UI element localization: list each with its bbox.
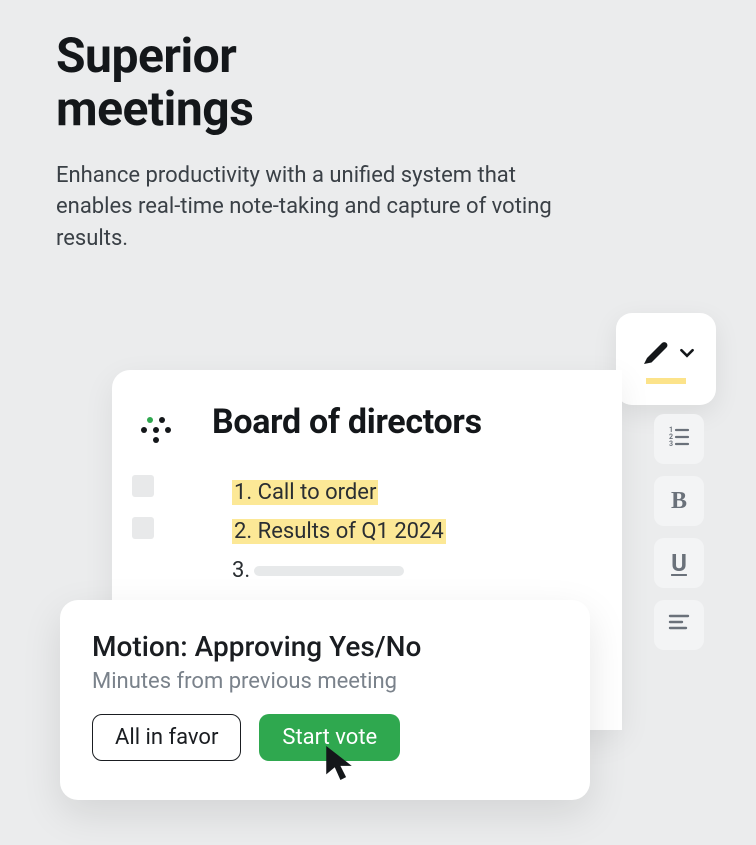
highlighter-color-swatch: [646, 378, 686, 384]
align-left-icon: [667, 610, 691, 640]
bold-button[interactable]: B: [654, 476, 704, 526]
start-vote-button[interactable]: Start vote: [259, 714, 400, 761]
highlighter-tool-card[interactable]: [616, 313, 716, 405]
agenda-item[interactable]: 1. Call to order: [232, 480, 378, 505]
side-tab[interactable]: [132, 517, 154, 539]
numbered-list-icon: 1 2 3: [667, 424, 691, 454]
agenda-item[interactable]: 3.: [232, 558, 404, 583]
document-title: Board of directors: [212, 402, 482, 442]
agenda-list: 1. Call to order 2. Results of Q1 2024 3…: [232, 480, 622, 597]
drag-handle-icon[interactable]: [136, 410, 176, 450]
hero-subtitle: Enhance productivity with a unified syst…: [56, 160, 576, 256]
placeholder-line: [254, 566, 404, 576]
agenda-item[interactable]: 2. Results of Q1 2024: [232, 519, 446, 544]
align-left-button[interactable]: [654, 600, 704, 650]
all-in-favor-button[interactable]: All in favor: [92, 714, 241, 761]
hero-title: Superior meetings: [56, 30, 756, 136]
motion-title: Motion: Approving Yes/No: [92, 630, 558, 663]
side-tab[interactable]: [132, 475, 154, 497]
motion-card: Motion: Approving Yes/No Minutes from pr…: [60, 600, 590, 800]
svg-text:3: 3: [669, 440, 673, 448]
format-toolbar: 1 2 3 B U: [654, 414, 704, 650]
chevron-down-icon: [680, 345, 694, 364]
numbered-list-button[interactable]: 1 2 3: [654, 414, 704, 464]
highlighter-icon: [638, 334, 674, 374]
motion-subtitle: Minutes from previous meeting: [92, 669, 558, 694]
underline-button[interactable]: U: [654, 538, 704, 588]
side-tabs: [132, 475, 154, 539]
